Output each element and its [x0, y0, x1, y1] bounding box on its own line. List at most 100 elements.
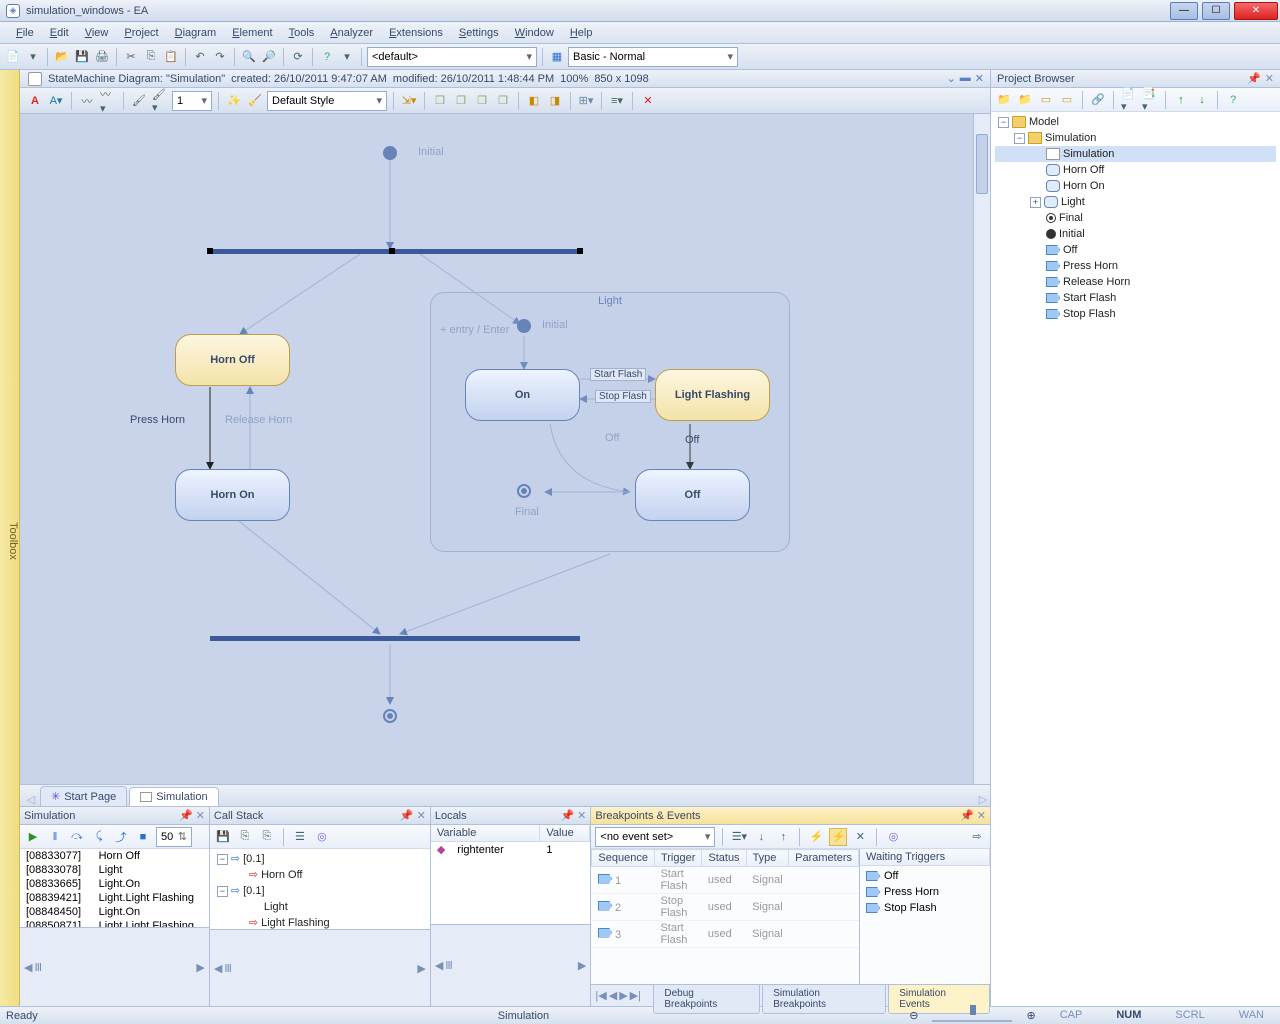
- toolbox-strip[interactable]: Toolbox: [0, 70, 20, 1006]
- grid-icon[interactable]: ▦: [548, 48, 566, 66]
- pause-icon[interactable]: ‖: [46, 828, 64, 846]
- menu-diagram[interactable]: Diagram: [167, 24, 225, 42]
- join-bar[interactable]: [210, 636, 580, 641]
- fill-color-icon[interactable]: A▾: [47, 92, 65, 110]
- more-icon[interactable]: ⇨: [968, 828, 986, 846]
- search2-icon[interactable]: 🔎: [260, 48, 278, 66]
- close-button[interactable]: ✕: [1234, 2, 1278, 20]
- close-icon[interactable]: ✕: [977, 809, 986, 822]
- minimize-button[interactable]: —: [1170, 2, 1198, 20]
- waiting-trigger[interactable]: Off: [866, 868, 984, 884]
- default-combo[interactable]: <default> ▾: [367, 47, 537, 67]
- pin-icon[interactable]: 📌: [1247, 72, 1261, 85]
- new-diag-icon[interactable]: ▭: [1037, 91, 1055, 109]
- group1-icon[interactable]: ❐: [431, 92, 449, 110]
- pin-icon[interactable]: 📌: [400, 809, 414, 822]
- step-out-icon[interactable]: ⤴: [112, 828, 130, 846]
- align-icon[interactable]: ⇲▾: [400, 92, 418, 110]
- tree-item[interactable]: Off: [995, 242, 1276, 258]
- open-icon[interactable]: 📂: [53, 48, 71, 66]
- link-icon[interactable]: 🔗: [1089, 91, 1107, 109]
- highlight-icon[interactable]: ✨: [225, 92, 243, 110]
- maximize-button[interactable]: ☐: [1202, 2, 1230, 20]
- tab-next[interactable]: ▷: [976, 793, 990, 806]
- paste-icon[interactable]: 📋: [162, 48, 180, 66]
- copy-icon[interactable]: ⎘: [142, 48, 160, 66]
- group4-icon[interactable]: ❐: [494, 92, 512, 110]
- on-state[interactable]: On: [465, 369, 580, 421]
- tab-prev[interactable]: ◁: [24, 793, 38, 806]
- tab-debug-bp[interactable]: Debug Breakpoints: [653, 985, 760, 1014]
- help2-icon[interactable]: ?: [1224, 91, 1242, 109]
- close-pane-icon[interactable]: ✕: [975, 72, 984, 85]
- final-node[interactable]: [383, 709, 397, 723]
- style-combo[interactable]: Default Style ▾: [267, 91, 387, 111]
- tab-simulation[interactable]: Simulation: [129, 787, 218, 806]
- project-tree[interactable]: −Model−SimulationSimulationHorn OffHorn …: [991, 112, 1280, 1006]
- tree-item[interactable]: Horn On: [995, 178, 1276, 194]
- tab-start-page[interactable]: ✳Start Page: [40, 786, 127, 806]
- new-pkg2-icon[interactable]: 📁: [1016, 91, 1034, 109]
- event-set-combo[interactable]: <no event set>▾: [595, 827, 715, 847]
- menu-settings[interactable]: Settings: [451, 24, 507, 42]
- brush2-icon[interactable]: 🖌▾: [151, 92, 169, 110]
- initial-node[interactable]: [383, 146, 397, 160]
- tree-item[interactable]: Final: [995, 210, 1276, 226]
- waiting-trigger[interactable]: Stop Flash: [866, 900, 984, 916]
- zoom-slider[interactable]: [932, 1009, 1012, 1022]
- fork-bar[interactable]: [210, 249, 580, 254]
- dropdown2-icon[interactable]: ▾: [338, 48, 356, 66]
- new-pkg-icon[interactable]: 📁: [995, 91, 1013, 109]
- breakpoints-grid-wrap[interactable]: SequenceTriggerStatusTypeParameters 1Sta…: [591, 849, 859, 984]
- tree-item[interactable]: Horn Off: [995, 162, 1276, 178]
- layout2-icon[interactable]: ◨: [546, 92, 564, 110]
- layout1-icon[interactable]: ◧: [525, 92, 543, 110]
- up-arrow-icon[interactable]: ↑: [1172, 91, 1190, 109]
- new-icon[interactable]: 📄: [4, 48, 22, 66]
- bolt-icon[interactable]: ⚡: [807, 828, 825, 846]
- pin-icon[interactable]: 📌: [179, 809, 193, 822]
- search-icon[interactable]: 🔍: [240, 48, 258, 66]
- line-color2-icon[interactable]: 〰▾: [99, 92, 117, 110]
- save-icon[interactable]: 💾: [214, 828, 232, 846]
- close-icon[interactable]: ✕: [577, 809, 586, 822]
- menu-help[interactable]: Help: [562, 24, 601, 42]
- vertical-scrollbar[interactable]: [973, 114, 990, 784]
- tree-item[interactable]: −Model: [995, 114, 1276, 130]
- delete-icon[interactable]: ✕: [639, 92, 657, 110]
- down-arrow-icon[interactable]: ↓: [1193, 91, 1211, 109]
- off-state[interactable]: Off: [635, 469, 750, 521]
- close-icon[interactable]: ✕: [1265, 72, 1274, 85]
- tree-item[interactable]: +Light: [995, 194, 1276, 210]
- light-flashing-state[interactable]: Light Flashing: [655, 369, 770, 421]
- tree-item[interactable]: −Simulation: [995, 130, 1276, 146]
- collapse-icon[interactable]: ⌄: [947, 72, 956, 85]
- undo-icon[interactable]: ↶: [191, 48, 209, 66]
- eraser-icon[interactable]: 🧹: [246, 92, 264, 110]
- pin-icon[interactable]: 📌: [560, 809, 574, 822]
- menu-analyzer[interactable]: Analyzer: [322, 24, 381, 42]
- waiting-trigger[interactable]: Press Horn: [866, 884, 984, 900]
- call-stack-tree[interactable]: −⇨[0.1]⇨Horn Off−⇨[0.1]Light⇨Light Flash…: [210, 849, 430, 929]
- locals-body[interactable]: ◆ rightenter 1: [431, 842, 591, 924]
- line-color-icon[interactable]: 〰: [78, 92, 96, 110]
- step-in-icon[interactable]: ⤹: [90, 828, 108, 846]
- redo-icon[interactable]: ↷: [211, 48, 229, 66]
- close-icon[interactable]: ✕: [417, 809, 426, 822]
- save-icon[interactable]: 💾: [73, 48, 91, 66]
- tree-item[interactable]: Release Horn: [995, 274, 1276, 290]
- menu-file[interactable]: File: [8, 24, 42, 42]
- minimize-pane-icon[interactable]: ▬: [960, 72, 971, 85]
- menu-tools[interactable]: Tools: [281, 24, 323, 42]
- speed-spinner[interactable]: 50⇅: [156, 827, 192, 847]
- simulation-log[interactable]: [08833077]Horn Off[08833078]Light[088336…: [20, 849, 209, 927]
- refresh-icon[interactable]: ⟳: [289, 48, 307, 66]
- menu-extensions[interactable]: Extensions: [381, 24, 451, 42]
- tree-item[interactable]: Simulation: [995, 146, 1276, 162]
- line-width-combo[interactable]: 1 ▾: [172, 91, 212, 111]
- zoom-out-icon[interactable]: ⊖: [909, 1009, 918, 1022]
- menu-view[interactable]: View: [77, 24, 117, 42]
- filter-icon[interactable]: ≡▾: [608, 92, 626, 110]
- group2-icon[interactable]: ❐: [452, 92, 470, 110]
- cut-icon[interactable]: ✂: [122, 48, 140, 66]
